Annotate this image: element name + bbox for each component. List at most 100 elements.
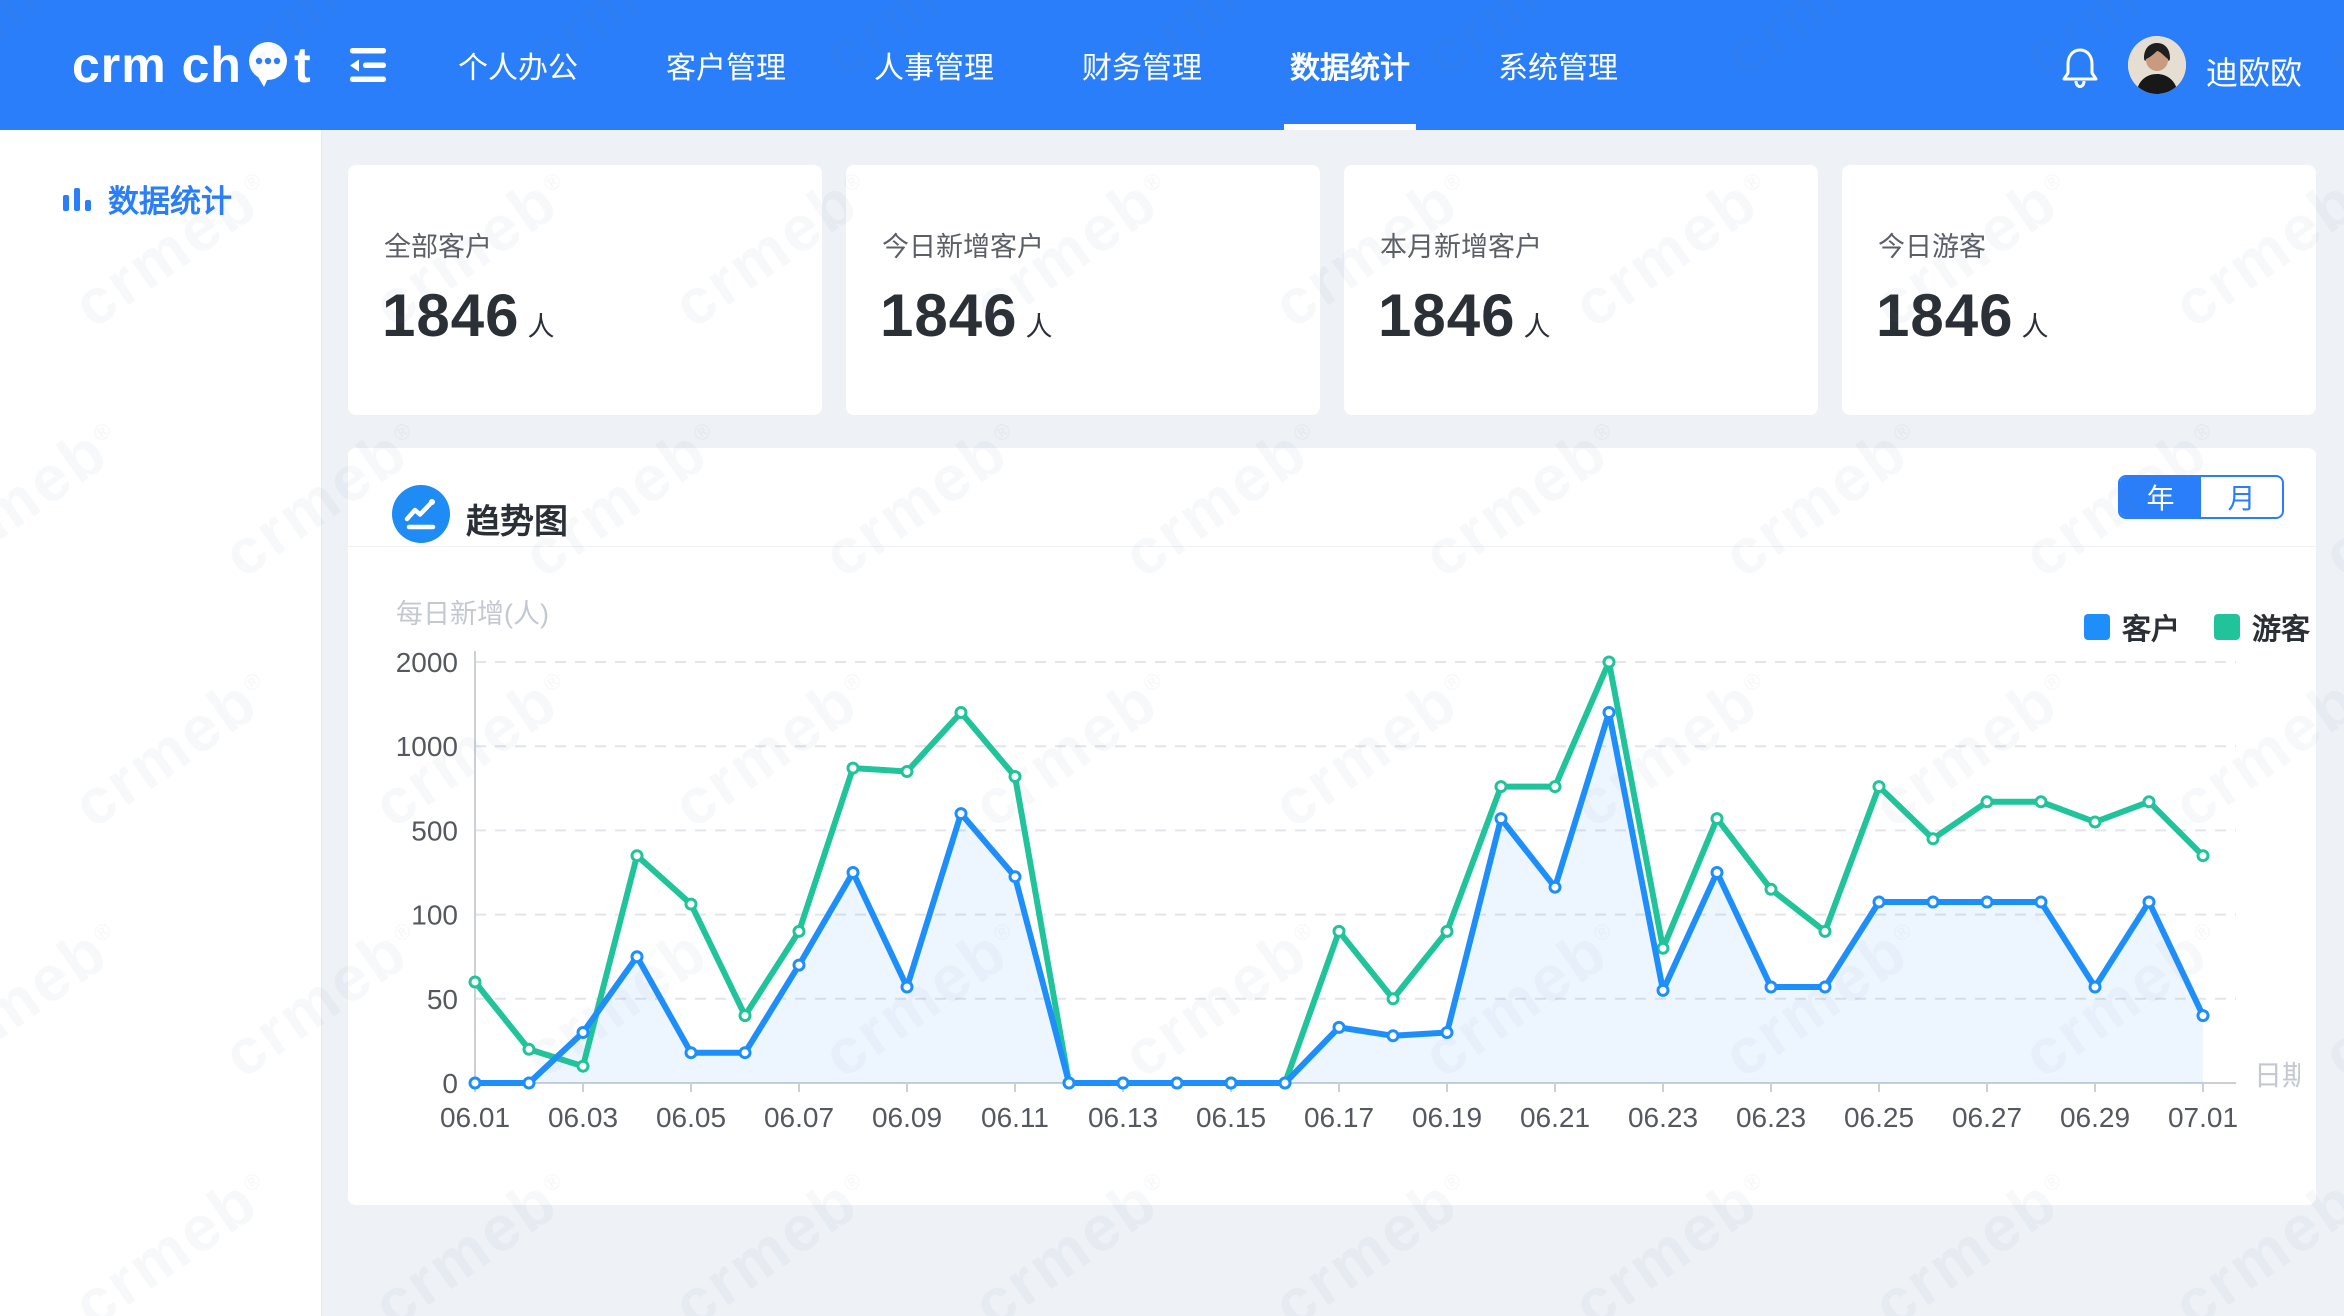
x-axis-title: 日期 bbox=[2254, 1060, 2300, 1091]
top-header: crm ch t 个人办公 客户管理 人事管理 财务管理 数据统计 系统管理 迪欧… bbox=[0, 0, 2344, 130]
stat-value: 1846 bbox=[382, 281, 519, 350]
stat-label: 今日新增客户 bbox=[882, 225, 1044, 264]
main-nav: 个人办公 客户管理 人事管理 财务管理 数据统计 系统管理 bbox=[452, 0, 1624, 130]
x-tick-label: 06.03 bbox=[548, 1102, 618, 1133]
data-point bbox=[794, 960, 804, 970]
nav-item-customer-mgmt[interactable]: 客户管理 bbox=[660, 0, 792, 130]
data-point bbox=[470, 1078, 480, 1088]
data-point bbox=[1874, 897, 1884, 907]
data-point bbox=[632, 952, 642, 962]
data-point bbox=[1010, 772, 1020, 782]
user-avatar[interactable] bbox=[2128, 36, 2186, 94]
data-point bbox=[1820, 926, 1830, 936]
sidebar: 数据统计 bbox=[0, 130, 322, 1316]
x-tick-label: 06.19 bbox=[1412, 1102, 1482, 1133]
stat-card-total-customers: 全部客户 1846人 bbox=[348, 165, 822, 415]
data-point bbox=[1442, 1028, 1452, 1038]
x-tick-label: 06.29 bbox=[2060, 1102, 2130, 1133]
y-tick-label: 50 bbox=[427, 984, 458, 1015]
data-point bbox=[524, 1078, 534, 1088]
data-point bbox=[848, 868, 858, 878]
data-point bbox=[1334, 1022, 1344, 1032]
stat-unit: 人 bbox=[1523, 305, 1550, 344]
data-point bbox=[578, 1028, 588, 1038]
x-tick-label: 06.09 bbox=[872, 1102, 942, 1133]
data-point bbox=[1820, 982, 1830, 992]
app-logo[interactable]: crm ch t bbox=[72, 34, 312, 96]
data-point bbox=[686, 899, 696, 909]
sidebar-item-data-statistics[interactable]: 数据统计 bbox=[0, 130, 321, 221]
data-point bbox=[1334, 926, 1344, 936]
stat-value: 1846 bbox=[1876, 281, 2013, 350]
data-point bbox=[1712, 868, 1722, 878]
data-point bbox=[740, 1011, 750, 1021]
stat-label: 今日游客 bbox=[1878, 225, 1986, 264]
chat-bubble-icon bbox=[244, 39, 292, 91]
collapse-menu-icon[interactable] bbox=[348, 46, 388, 84]
stat-label: 本月新增客户 bbox=[1380, 225, 1542, 264]
data-point bbox=[1766, 884, 1776, 894]
data-point bbox=[956, 809, 966, 819]
nav-item-hr-mgmt[interactable]: 人事管理 bbox=[868, 0, 1000, 130]
data-point bbox=[1118, 1078, 1128, 1088]
data-point bbox=[2198, 851, 2208, 861]
data-point bbox=[1388, 994, 1398, 1004]
data-point bbox=[470, 977, 480, 987]
x-tick-label: 06.11 bbox=[981, 1102, 1049, 1133]
data-point bbox=[2090, 982, 2100, 992]
toggle-year-button[interactable]: 年 bbox=[2120, 477, 2201, 517]
toggle-month-button[interactable]: 月 bbox=[2201, 477, 2282, 517]
data-point bbox=[1280, 1078, 1290, 1088]
x-tick-label: 06.01 bbox=[440, 1102, 510, 1133]
data-point bbox=[1388, 1031, 1398, 1041]
notification-bell-icon[interactable] bbox=[2058, 44, 2102, 88]
data-point bbox=[1604, 657, 1614, 667]
nav-item-finance-mgmt[interactable]: 财务管理 bbox=[1076, 0, 1208, 130]
period-toggle: 年 月 bbox=[2118, 475, 2284, 519]
data-point bbox=[2090, 817, 2100, 827]
stat-unit: 人 bbox=[527, 305, 554, 344]
y-tick-label: 500 bbox=[411, 815, 458, 846]
stat-unit: 人 bbox=[2021, 305, 2048, 344]
stat-card-today-visitors: 今日游客 1846人 bbox=[1842, 165, 2316, 415]
nav-item-data-statistics[interactable]: 数据统计 bbox=[1284, 0, 1416, 130]
trend-chart-card: 趋势图 年 月 客户 游客 05010050010002000每日新增(人)06… bbox=[348, 448, 2316, 1205]
data-point bbox=[1766, 982, 1776, 992]
logo-text-right: t bbox=[294, 36, 312, 94]
x-tick-label: 06.05 bbox=[656, 1102, 726, 1133]
logo-text-left: crm ch bbox=[72, 36, 242, 94]
x-tick-label: 06.25 bbox=[1844, 1102, 1914, 1133]
data-point bbox=[524, 1044, 534, 1054]
user-name[interactable]: 迪欧欧 bbox=[2206, 48, 2302, 94]
data-point bbox=[1982, 897, 1992, 907]
stat-unit: 人 bbox=[1025, 305, 1052, 344]
data-point bbox=[1442, 926, 1452, 936]
data-point bbox=[2036, 897, 2046, 907]
trend-title: 趋势图 bbox=[466, 494, 568, 543]
y-axis-title: 每日新增(人) bbox=[396, 599, 549, 629]
x-tick-label: 06.15 bbox=[1196, 1102, 1266, 1133]
data-point bbox=[1496, 782, 1506, 792]
data-point bbox=[1550, 782, 1560, 792]
x-tick-label: 07.01 bbox=[2168, 1102, 2238, 1133]
bar-chart-icon bbox=[62, 184, 92, 214]
data-point bbox=[1064, 1078, 1074, 1088]
x-tick-label: 06.07 bbox=[764, 1102, 834, 1133]
data-point bbox=[1550, 882, 1560, 892]
x-tick-label: 06.27 bbox=[1952, 1102, 2022, 1133]
data-point bbox=[1658, 985, 1668, 995]
stat-value: 1846 bbox=[1378, 281, 1515, 350]
stat-value: 1846 bbox=[880, 281, 1017, 350]
data-point bbox=[1928, 834, 1938, 844]
sidebar-item-label: 数据统计 bbox=[108, 176, 232, 221]
trend-line-icon bbox=[392, 485, 450, 543]
trend-chart: 05010050010002000每日新增(人)06.0106.0306.050… bbox=[380, 595, 2300, 1163]
data-point bbox=[578, 1061, 588, 1071]
nav-item-system-mgmt[interactable]: 系统管理 bbox=[1492, 0, 1624, 130]
data-point bbox=[1658, 943, 1668, 953]
data-point bbox=[1874, 782, 1884, 792]
x-tick-label: 06.13 bbox=[1088, 1102, 1158, 1133]
data-point bbox=[794, 926, 804, 936]
data-point bbox=[848, 763, 858, 773]
nav-item-personal-office[interactable]: 个人办公 bbox=[452, 0, 584, 130]
